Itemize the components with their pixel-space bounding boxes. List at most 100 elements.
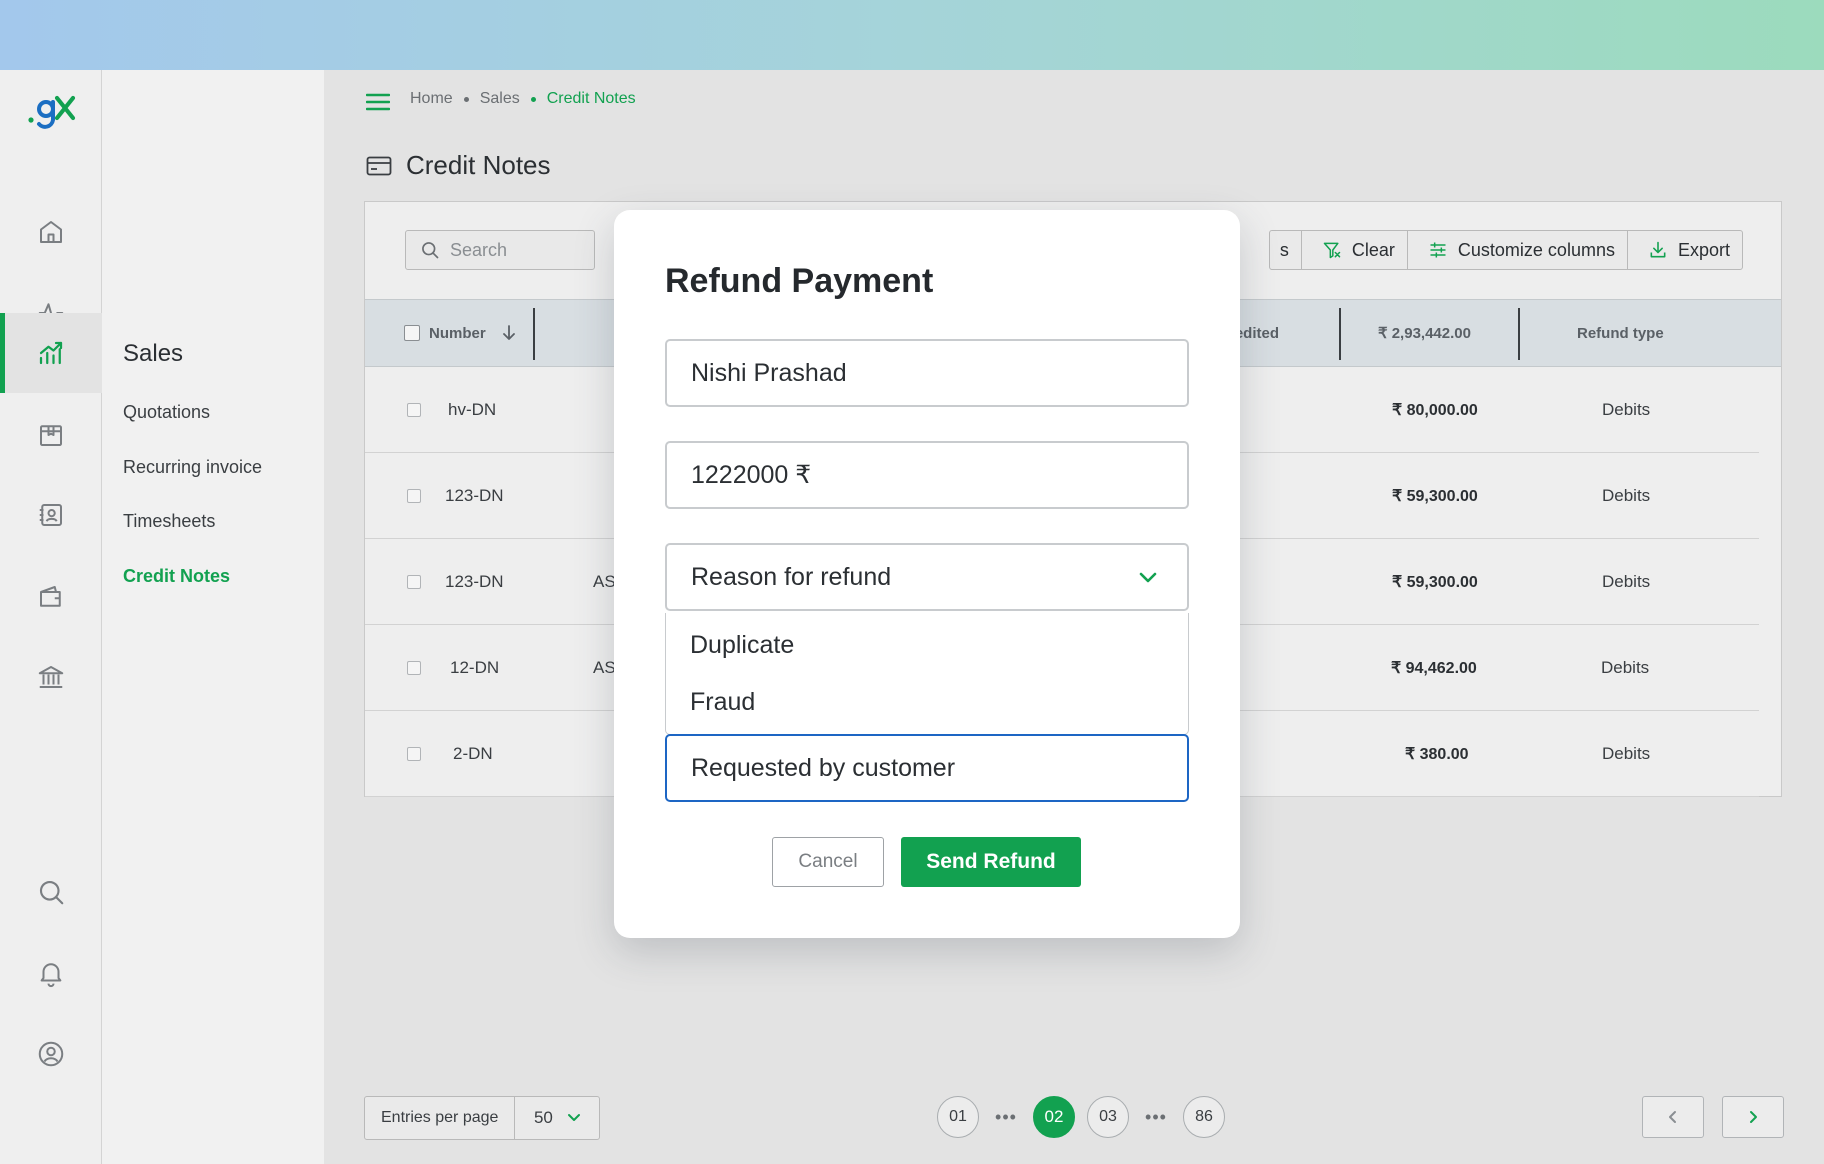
bell-icon[interactable]: [0, 933, 102, 1013]
filters-button[interactable]: s: [1270, 231, 1301, 269]
column-number-label: Number: [429, 324, 486, 342]
row-amount: ₹ 380.00: [1405, 746, 1469, 763]
window-header-gradient: [0, 0, 1824, 70]
column-total[interactable]: ₹ 2,93,442.00: [1378, 300, 1471, 366]
reason-option-duplicate[interactable]: Duplicate: [690, 631, 794, 660]
row-checkbox[interactable]: [407, 747, 421, 761]
row-amount: ₹ 80,000.00: [1392, 402, 1478, 419]
page-button[interactable]: 03: [1087, 1096, 1129, 1138]
customer-name-value: Nishi Prashad: [691, 358, 847, 387]
dialog-title: Refund Payment: [665, 262, 934, 300]
breadcrumb-home[interactable]: Home: [410, 90, 453, 108]
reason-select[interactable]: Reason for refund: [665, 543, 1189, 611]
row-refund-type: Debits: [1602, 744, 1651, 763]
chevron-left-icon: [1669, 1111, 1676, 1123]
export-button[interactable]: Export: [1626, 231, 1742, 269]
refund-amount-field[interactable]: 1222000 ₹: [665, 441, 1189, 509]
row-number: hv-DN: [448, 400, 497, 419]
column-number[interactable]: Number: [404, 300, 517, 366]
credit-card-icon: [366, 156, 392, 175]
app-logo: [28, 95, 76, 129]
column-divider: [1339, 308, 1341, 360]
page-button-current[interactable]: 02: [1033, 1096, 1075, 1138]
page-title: Credit Notes: [406, 150, 551, 180]
customize-columns-label: Customize columns: [1457, 239, 1615, 260]
chevron-down-icon: [567, 1114, 580, 1121]
breadcrumb-sales[interactable]: Sales: [480, 90, 520, 108]
breadcrumb: Home Sales Credit Notes: [410, 90, 636, 108]
previous-page-button[interactable]: [1642, 1096, 1704, 1138]
column-refund-type[interactable]: Refund type: [1577, 300, 1664, 366]
row-amount: ₹ 59,300.00: [1392, 488, 1478, 505]
customer-name-field[interactable]: Nishi Prashad: [665, 339, 1189, 407]
row-number: 123-DN: [445, 486, 504, 505]
breadcrumb-current: Credit Notes: [546, 90, 636, 107]
column-divider: [533, 308, 535, 360]
row-checkbox[interactable]: [407, 661, 421, 675]
reason-options-list: Duplicate Fraud: [665, 613, 1189, 735]
cancel-button[interactable]: Cancel: [772, 837, 884, 887]
table-toolbar: s Clear Customize columns Export: [1268, 230, 1743, 270]
subnav-title: Sales: [123, 340, 184, 367]
clear-button[interactable]: Clear: [1300, 231, 1407, 269]
wallet-icon[interactable]: [0, 557, 102, 637]
row-amount: ₹ 94,462.00: [1391, 660, 1477, 677]
select-all-checkbox[interactable]: [404, 325, 420, 341]
page-button[interactable]: 86: [1183, 1096, 1225, 1138]
reason-option-fraud[interactable]: Fraud: [690, 688, 755, 717]
reason-selected-value: Requested by customer: [691, 753, 956, 782]
page-button[interactable]: 01: [937, 1096, 979, 1138]
row-checkbox[interactable]: [407, 575, 421, 589]
clear-button-label: Clear: [1351, 239, 1395, 260]
sort-arrow-down-icon[interactable]: [501, 324, 517, 342]
sales-chart-icon[interactable]: [0, 313, 102, 393]
search-input[interactable]: Search: [405, 230, 595, 270]
app-shell: Sales Quotations Recurring invoice Times…: [0, 70, 1824, 1164]
pagination-ellipsis: •••: [1145, 1106, 1167, 1127]
search-icon[interactable]: [0, 852, 102, 932]
entries-per-page-select[interactable]: 50: [515, 1097, 599, 1139]
search-icon: [422, 242, 439, 259]
entries-per-page: Entries per page 50: [364, 1096, 601, 1140]
row-checkbox[interactable]: [407, 489, 421, 503]
subnav-item-recurring-invoice[interactable]: Recurring invoice: [123, 457, 262, 478]
row-checkbox[interactable]: [407, 403, 421, 417]
next-page-button[interactable]: [1722, 1096, 1784, 1138]
clear-filter-icon: [1323, 242, 1341, 259]
search-placeholder: Search: [450, 239, 508, 260]
row-number: 2-DN: [453, 744, 493, 763]
box-icon[interactable]: [0, 395, 102, 475]
page-header: Credit Notes: [366, 150, 551, 181]
reason-select-placeholder: Reason for refund: [691, 562, 892, 591]
row-refund-type: Debits: [1602, 572, 1651, 591]
sliders-icon: [1430, 242, 1446, 258]
sub-navigation: Sales Quotations Recurring invoice Times…: [102, 70, 324, 1164]
pagination-ellipsis: •••: [995, 1106, 1017, 1127]
row-refund-type: Debits: [1602, 486, 1651, 505]
subnav-item-quotations[interactable]: Quotations: [123, 402, 210, 423]
chevron-right-icon: [1750, 1111, 1757, 1123]
chevron-down-icon: [1139, 572, 1157, 583]
row-number: 123-DN: [445, 572, 504, 591]
pagination: 01 ••• 02 03 ••• 86: [937, 1096, 1225, 1138]
row-number: 12-DN: [450, 658, 500, 677]
hamburger-menu-icon[interactable]: [366, 92, 390, 112]
column-divider: [1518, 308, 1520, 360]
reason-option-requested-by-customer[interactable]: Requested by customer: [665, 734, 1189, 802]
bank-icon[interactable]: [0, 637, 102, 717]
filters-button-label: s: [1279, 239, 1289, 260]
subnav-item-credit-notes[interactable]: Credit Notes: [123, 566, 230, 587]
entries-per-page-value: 50: [533, 1108, 553, 1127]
profile-icon[interactable]: [0, 1014, 102, 1094]
home-icon[interactable]: [0, 192, 102, 272]
send-refund-button[interactable]: Send Refund: [901, 837, 1081, 887]
refund-amount-value: 1222000 ₹: [691, 461, 812, 489]
customize-columns-button[interactable]: Customize columns: [1406, 231, 1627, 269]
row-customer: AS: [593, 572, 616, 591]
subnav-item-timesheets[interactable]: Timesheets: [123, 511, 215, 532]
export-button-label: Export: [1677, 239, 1730, 260]
row-amount: ₹ 59,300.00: [1392, 574, 1478, 591]
download-icon: [1650, 241, 1666, 258]
contacts-icon[interactable]: [0, 475, 102, 555]
entries-per-page-label: Entries per page: [365, 1097, 516, 1139]
